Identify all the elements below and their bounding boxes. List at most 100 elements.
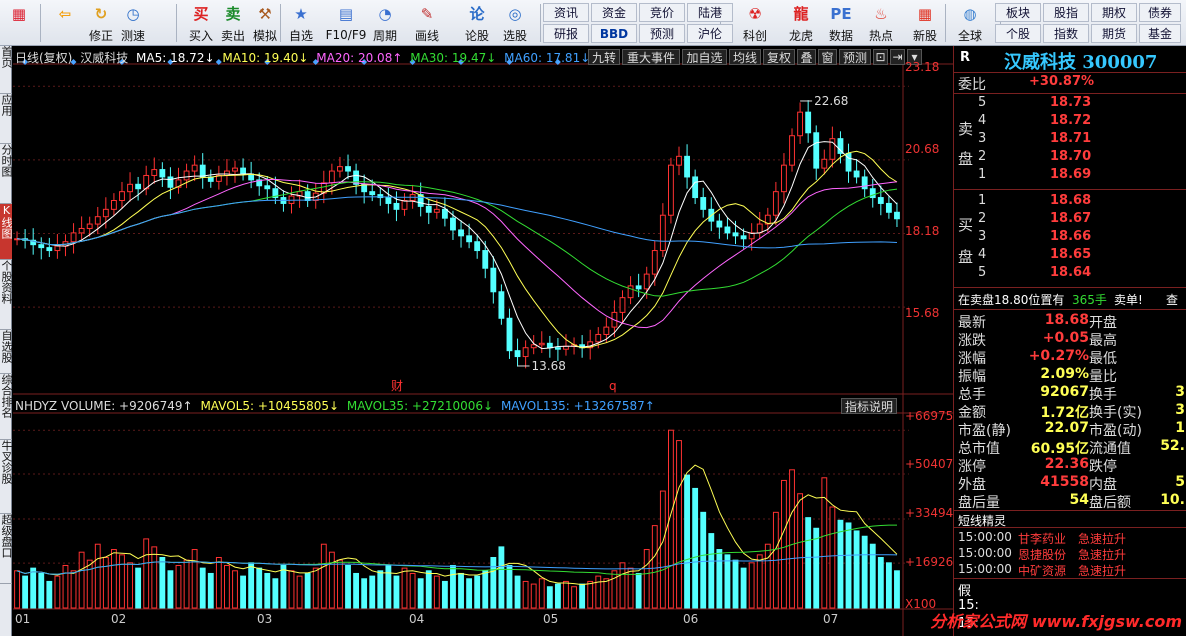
sell-button[interactable]: 卖卖出 <box>218 2 248 44</box>
buy-order-row[interactable]: 2 18.67 <box>954 211 1186 229</box>
ma20-line <box>16 178 898 329</box>
sidebar-tab[interactable]: 分时图 <box>0 144 12 204</box>
toolbar-button-label: 模拟 <box>252 29 277 43</box>
candle-body <box>506 317 513 352</box>
sell-order-row[interactable]: 3 18.71 <box>954 131 1186 149</box>
sidebar-tab[interactable]: K线图 <box>0 204 12 260</box>
volume-label: NHDYZ VOLUME: +9206749↑ <box>15 399 193 413</box>
sell-order-row[interactable]: 4 18.72 <box>954 113 1186 131</box>
indicator-help-button[interactable]: 指标说明 <box>841 398 898 414</box>
candle-body <box>441 208 448 219</box>
toolbar-button-label: 全球 <box>957 29 982 43</box>
big-order-link[interactable]: 查 <box>1166 291 1178 308</box>
sidebar-tab[interactable]: 应用 <box>0 94 12 144</box>
signal-row[interactable]: 15:00:00 甘李药业 急速拉升 <box>954 530 1186 546</box>
pencil-button[interactable]: ✎ 画线 <box>412 2 442 44</box>
order-price: 18.70 <box>1050 149 1092 164</box>
market-button[interactable]: 股指 <box>1043 3 1089 22</box>
left-sidebar: 首页 应用 分时图 K线图 个股资料 自选股 综合排名 牛叉诊股 超级盘口 <box>0 46 12 636</box>
grid-button[interactable]: ▦ <box>4 2 34 44</box>
volume-bar <box>86 559 93 609</box>
period-clock-button[interactable]: ◔ 周期 <box>370 2 400 44</box>
sidebar-tab[interactable]: 自选股 <box>0 330 12 374</box>
pe-data-button[interactable]: PE 数据 <box>826 2 856 44</box>
market-button[interactable]: 指数 <box>1043 24 1089 43</box>
candle-body <box>328 170 335 184</box>
sidebar-tab[interactable]: 综合排名 <box>0 374 12 440</box>
quick-button[interactable]: 资讯 <box>543 3 589 22</box>
refresh-button[interactable]: ↻ 修正 <box>86 2 116 44</box>
hammer-button[interactable]: ⚒ 模拟 <box>250 2 280 44</box>
star-folder-button[interactable]: ★ 自选 <box>286 2 316 44</box>
lock-icon[interactable]: ⊡ <box>873 49 888 65</box>
volume-bar <box>748 562 755 609</box>
sci-tech-button[interactable]: ☢ 科创 <box>740 2 770 44</box>
quote-panel: R 汉威科技 300007 委比 +30.87% 卖盘 5 18.73 4 18.72 3… <box>930 46 1186 636</box>
kline-chart-svg[interactable]: 22.68 13.68 财 q <box>13 46 953 636</box>
ipo-button[interactable]: ▦ 新股 <box>910 2 940 44</box>
sidebar-tab[interactable]: 首页 <box>0 46 12 94</box>
candle-body <box>643 273 650 290</box>
dragon-button[interactable]: 龍龙虎 <box>786 2 816 44</box>
candle-body <box>659 214 666 252</box>
chart-tool-button[interactable]: 九转 <box>588 49 620 65</box>
market-button[interactable]: 债券 <box>1139 3 1181 22</box>
market-button[interactable]: 期货 <box>1091 24 1137 43</box>
quick-button[interactable]: 资金 <box>591 3 637 22</box>
signal-row[interactable]: 15:00:00 中矿资源 急速拉升 <box>954 562 1186 578</box>
quote-key: 总市值 <box>958 441 1000 457</box>
quick-button[interactable]: 陆港 <box>687 3 733 22</box>
clock-button[interactable]: ◷ 测速 <box>118 2 148 44</box>
divider <box>954 72 1186 73</box>
buy-order-row[interactable]: 5 18.64 <box>954 265 1186 283</box>
sell-order-row[interactable]: 5 18.73 <box>954 95 1186 113</box>
low-label: 13.68 <box>532 359 566 373</box>
sell-order-row[interactable]: 2 18.70 <box>954 149 1186 167</box>
volume-bar <box>506 564 513 609</box>
chat-button[interactable]: 论论股 <box>462 2 492 44</box>
stock-title: 汉威科技 300007 <box>1004 52 1158 73</box>
chart-tool-button[interactable]: 重大事件 <box>622 49 680 65</box>
quote-row: 最新 18.68 开盘 <box>954 312 1186 331</box>
volume-bar <box>845 522 852 609</box>
quote-value: 92067 <box>1040 384 1089 400</box>
chart-tool-button[interactable]: 叠 <box>797 49 816 65</box>
sidebar-tab[interactable]: 牛叉诊股 <box>0 440 12 514</box>
quote-key: 市盈(动) <box>1089 423 1142 439</box>
buy-button[interactable]: 买买入 <box>186 2 216 44</box>
market-button[interactable]: 期权 <box>1091 3 1137 22</box>
chart-tool-button[interactable]: 窗 <box>818 49 837 65</box>
quote-row: 总手 92067 换手 3 <box>954 384 1186 403</box>
back-arrow-button[interactable]: ⇦ <box>50 2 80 44</box>
chart-pick-button[interactable]: ◎ 选股 <box>500 2 530 44</box>
price-tick: 18.18 <box>905 224 940 238</box>
chart-tool-button[interactable]: 均线 <box>729 49 761 65</box>
chart-tool-button[interactable]: 预测 <box>839 49 871 65</box>
signal-row[interactable]: 15:00:00 恩捷股份 急速拉升 <box>954 546 1186 562</box>
sidebar-tab[interactable]: 个股资料 <box>0 260 12 330</box>
info-card-button[interactable]: ▤ F10/F9 <box>326 2 367 44</box>
buy-order-row[interactable]: 4 18.65 <box>954 247 1186 265</box>
hot-button[interactable]: ♨ 热点 <box>866 2 896 44</box>
market-button[interactable]: 基金 <box>1139 24 1181 43</box>
chart-tool-button[interactable]: 复权 <box>763 49 795 65</box>
big-order-row[interactable]: 在卖盘18.80位置有 365手 卖单! 查 <box>954 291 1186 309</box>
chart-tool-button[interactable]: 加自选 <box>682 49 727 65</box>
quick-button[interactable]: 竞价 <box>639 3 685 22</box>
market-button[interactable]: 板块 <box>995 3 1041 22</box>
sell-order-row[interactable]: 1 18.69 <box>954 167 1186 185</box>
buy-order-row[interactable]: 3 18.66 <box>954 229 1186 247</box>
buy-order-row[interactable]: 1 18.68 <box>954 193 1186 211</box>
candle-body <box>46 247 53 252</box>
quick-button[interactable]: 沪伦 <box>687 24 733 43</box>
quick-button[interactable]: 预测 <box>639 24 685 43</box>
kline-chart[interactable]: 22.68 13.68 财 q 日线(复权) 汉威科技 MA5: 18.72↓ MA1… <box>13 46 961 636</box>
quick-button[interactable]: BBD <box>591 24 637 43</box>
volume-bar <box>659 490 666 609</box>
quote-value: 22.36 <box>1044 456 1089 472</box>
market-button[interactable]: 个股 <box>995 24 1041 43</box>
sidebar-tab[interactable]: 超级盘口 <box>0 514 12 584</box>
quick-button[interactable]: 研报 <box>543 24 589 43</box>
volume-bar <box>54 575 61 609</box>
globe-button[interactable]: ◍ 全球 <box>955 2 985 44</box>
